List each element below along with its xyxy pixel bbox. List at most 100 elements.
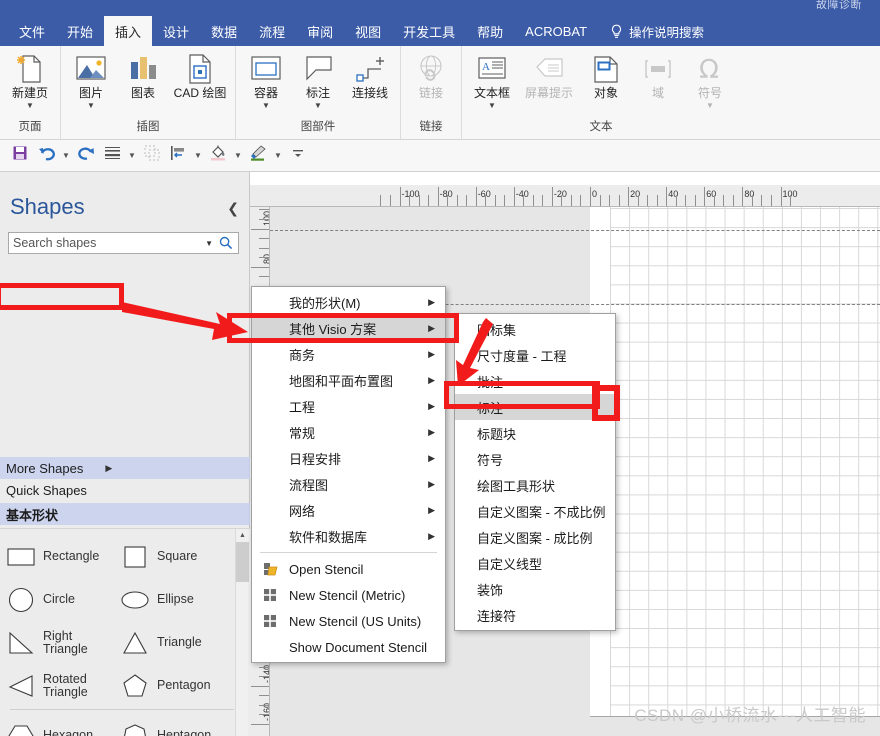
chevron-down-icon[interactable]: ▼ bbox=[314, 101, 322, 110]
chevron-down-icon[interactable]: ▼ bbox=[706, 101, 714, 110]
line-weight-icon bbox=[104, 146, 121, 165]
line-weight-button[interactable] bbox=[100, 144, 124, 168]
stencil-shape-item[interactable]: Triangle bbox=[114, 621, 228, 664]
menu-item[interactable]: 常规 ▶ bbox=[252, 419, 445, 445]
chart-button[interactable]: 图表 bbox=[117, 46, 169, 100]
sidebar-item-quick-shapes[interactable]: Quick Shapes bbox=[0, 479, 250, 501]
chevron-left-icon[interactable]: ❮ bbox=[227, 200, 239, 217]
chevron-down-icon[interactable]: ▼ bbox=[272, 144, 284, 168]
stencil-scrollbar[interactable]: ▲ ▼ bbox=[235, 529, 249, 736]
menu-item[interactable]: 商务 ▶ bbox=[252, 341, 445, 367]
stencil-shape-item[interactable]: Right Triangle bbox=[0, 621, 114, 664]
menu-item[interactable]: New Stencil (US Units) bbox=[252, 608, 445, 634]
connector-button[interactable]: 连接线 bbox=[344, 46, 396, 100]
chevron-down-icon[interactable]: ▼ bbox=[192, 144, 204, 168]
menu-item[interactable]: 绘图工具形状 bbox=[455, 472, 615, 498]
new-page-button[interactable]: 新建页 ▼ bbox=[4, 46, 56, 110]
horizontal-ruler[interactable]: -100 -80 -60 -40 -20 0 20 40 60 80 100 bbox=[250, 185, 880, 207]
callout-button[interactable]: 标注 ▼ bbox=[292, 46, 344, 110]
picture-icon bbox=[75, 51, 107, 87]
tab-3[interactable]: 设计 bbox=[152, 16, 200, 46]
chevron-down-icon[interactable]: ▼ bbox=[488, 101, 496, 110]
chevron-down-icon[interactable]: ▼ bbox=[26, 101, 34, 110]
tab-5[interactable]: 流程 bbox=[248, 16, 296, 46]
search-shapes-box[interactable]: ▼ bbox=[8, 232, 239, 254]
triangle-up-icon[interactable]: ▲ bbox=[236, 529, 249, 542]
container-button[interactable]: 容器 ▼ bbox=[240, 46, 292, 110]
stencil-shape-item[interactable]: Ellipse bbox=[114, 578, 228, 621]
stencil-shape-item[interactable]: Heptagon bbox=[114, 714, 228, 736]
ruler-tick bbox=[647, 195, 649, 206]
ruler-tick bbox=[399, 187, 401, 206]
menu-item[interactable]: 符号 bbox=[455, 446, 615, 472]
menu-item[interactable]: 标题块 bbox=[455, 420, 615, 446]
magnifier-icon[interactable] bbox=[219, 236, 238, 250]
menu-item[interactable]: 自定义图案 - 成比例 bbox=[455, 524, 615, 550]
tab-4[interactable]: 数据 bbox=[200, 16, 248, 46]
menu-item[interactable]: 自定义线型 bbox=[455, 550, 615, 576]
chevron-down-icon[interactable]: ▼ bbox=[60, 144, 72, 168]
menu-item[interactable]: 流程图 ▶ bbox=[252, 471, 445, 497]
guide-line-horizontal-1[interactable] bbox=[270, 230, 880, 231]
menu-item[interactable]: 工程 ▶ bbox=[252, 393, 445, 419]
tab-6[interactable]: 审阅 bbox=[296, 16, 344, 46]
menu-item[interactable]: 标注 bbox=[455, 394, 615, 420]
chevron-down-icon[interactable]: ▼ bbox=[87, 101, 95, 110]
stencil-shape-item[interactable]: Circle bbox=[0, 578, 114, 621]
chevron-down-icon[interactable]: ▼ bbox=[262, 101, 270, 110]
chevron-down-icon[interactable]: ▼ bbox=[199, 239, 219, 248]
tab-0[interactable]: 文件 bbox=[8, 16, 56, 46]
tell-me-search[interactable]: 操作说明搜索 bbox=[610, 16, 704, 46]
redo-button[interactable] bbox=[74, 144, 98, 168]
tab-8[interactable]: 开发工具 bbox=[392, 16, 466, 46]
more-shapes-context-menu[interactable]: 我的形状(M) ▶ 其他 Visio 方案 ▶ 商务 ▶ 地图和平面布置图 ▶ 工程 ▶ 常规 ▶ 日程… bbox=[251, 286, 446, 663]
stencil-shape-item[interactable]: Rotated Triangle bbox=[0, 664, 114, 707]
stencil-shape-item[interactable]: Hexagon bbox=[0, 714, 114, 736]
sidebar-item-more-shapes[interactable]: More Shapes ▶ bbox=[0, 457, 250, 479]
menu-item-label: 常规 bbox=[289, 425, 316, 441]
menu-item[interactable]: 图标集 bbox=[455, 316, 615, 342]
ruler-tick bbox=[694, 195, 696, 206]
group-button[interactable] bbox=[140, 144, 164, 168]
tab-1[interactable]: 开始 bbox=[56, 16, 104, 46]
picture-button[interactable]: 图片 ▼ bbox=[65, 46, 117, 110]
menu-item[interactable]: 日程安排 ▶ bbox=[252, 445, 445, 471]
fill-button[interactable] bbox=[206, 144, 230, 168]
stencil-shape-item[interactable]: Pentagon bbox=[114, 664, 228, 707]
tab-7[interactable]: 视图 bbox=[344, 16, 392, 46]
text-box-button[interactable]: A 文本框 ▼ bbox=[466, 46, 518, 110]
object-button[interactable]: 对象 bbox=[580, 46, 632, 100]
tab-10[interactable]: ACROBAT bbox=[514, 16, 598, 46]
menu-item[interactable]: Show Document Stencil bbox=[252, 634, 445, 660]
chevron-right-icon: ▶ bbox=[428, 478, 435, 489]
align-button[interactable] bbox=[166, 144, 190, 168]
stencil-shape-item[interactable]: Rectangle bbox=[0, 535, 114, 578]
save-button[interactable] bbox=[8, 144, 32, 168]
cad-drawing-button[interactable]: CAD 绘图 bbox=[169, 46, 231, 100]
menu-item[interactable]: 尺寸度量 - 工程 bbox=[455, 342, 615, 368]
menu-item[interactable]: 其他 Visio 方案 ▶ bbox=[252, 315, 445, 341]
tab-9[interactable]: 帮助 bbox=[466, 16, 514, 46]
chevron-down-icon[interactable]: ▼ bbox=[126, 144, 138, 168]
drawing-page[interactable] bbox=[590, 207, 880, 717]
search-input[interactable] bbox=[9, 236, 200, 250]
other-visio-solutions-submenu[interactable]: 图标集 尺寸度量 - 工程 批注 标注 标题块 符号 绘图工具形状 自定义图案 - 不成比例自… bbox=[454, 313, 616, 631]
more-button[interactable] bbox=[286, 144, 310, 168]
menu-item[interactable]: 自定义图案 - 不成比例 bbox=[455, 498, 615, 524]
menu-item[interactable]: 装饰 bbox=[455, 576, 615, 602]
format-painter-button[interactable] bbox=[246, 144, 270, 168]
menu-item[interactable]: 地图和平面布置图 ▶ bbox=[252, 367, 445, 393]
undo-button[interactable] bbox=[34, 144, 58, 168]
menu-item[interactable]: 我的形状(M) ▶ bbox=[252, 289, 445, 315]
menu-item[interactable]: 网络 ▶ bbox=[252, 497, 445, 523]
chevron-down-icon[interactable]: ▼ bbox=[232, 144, 244, 168]
sidebar-item-basic-shapes[interactable]: 基本形状 bbox=[0, 503, 250, 525]
menu-item[interactable]: 软件和数据库 ▶ bbox=[252, 523, 445, 549]
stencil-shape-item[interactable]: Square bbox=[114, 535, 228, 578]
menu-item[interactable]: New Stencil (Metric) bbox=[252, 582, 445, 608]
menu-item[interactable]: 批注 bbox=[455, 368, 615, 394]
menu-item[interactable]: 连接符 bbox=[455, 602, 615, 628]
scrollbar-thumb[interactable] bbox=[236, 542, 249, 582]
menu-item[interactable]: Open Stencil bbox=[252, 556, 445, 582]
tab-2[interactable]: 插入 bbox=[104, 16, 153, 46]
